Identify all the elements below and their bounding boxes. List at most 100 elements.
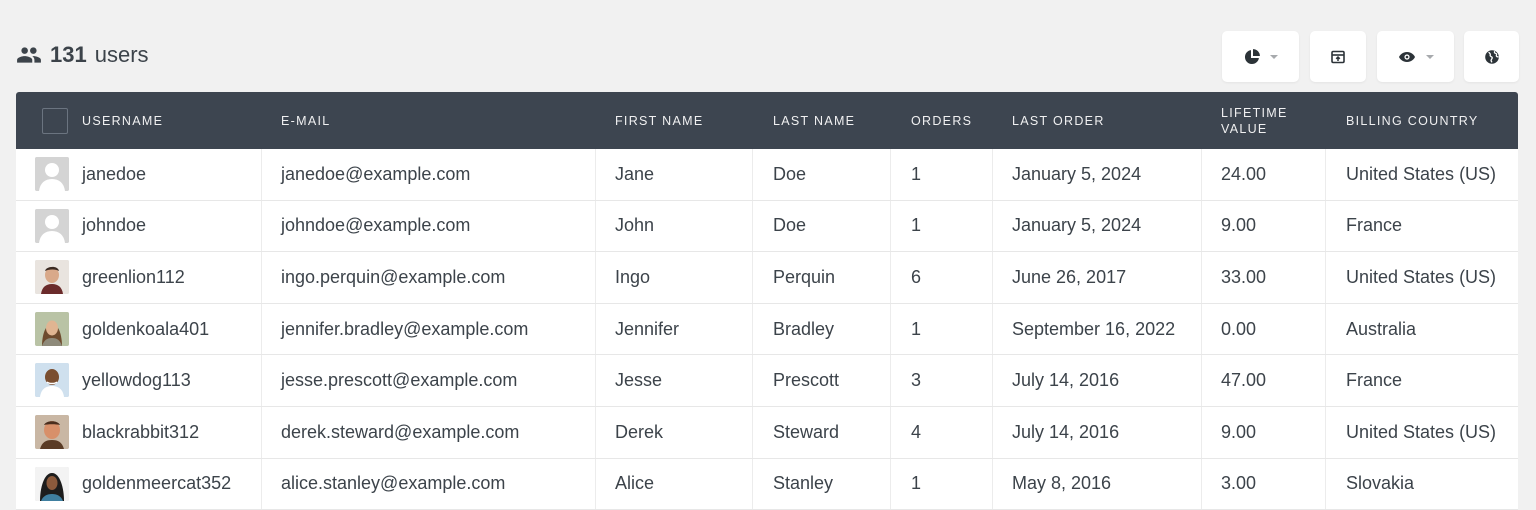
column-header-email[interactable]: E-mail: [281, 92, 330, 149]
avatar[interactable]: [35, 466, 69, 501]
email-cell[interactable]: jennifer.bradley@example.com: [281, 304, 528, 355]
column-divider: [992, 149, 993, 200]
column-header-username[interactable]: Username: [82, 92, 163, 149]
column-header-billing-country[interactable]: Billing Country: [1346, 92, 1479, 149]
column-divider: [261, 406, 262, 458]
lifetime-value-cell: 47.00: [1221, 370, 1267, 391]
column-divider: [1201, 458, 1202, 510]
globe-icon: [1484, 49, 1500, 65]
last-name-cell: Prescott: [773, 370, 840, 391]
column-divider: [992, 406, 993, 458]
billing-country-cell: France: [1346, 370, 1403, 391]
table-header: Username E-mail First Name Last Name Ord…: [16, 92, 1518, 149]
language-button[interactable]: [1464, 31, 1519, 82]
billing-country-cell: France: [1346, 215, 1403, 236]
table-row[interactable]: goldenkoala401 jennifer.bradley@example.c…: [16, 303, 1518, 356]
orders-cell: 1: [911, 318, 922, 339]
user-count: 131: [50, 42, 87, 67]
column-divider: [1201, 355, 1202, 406]
column-header-lifetime-value[interactable]: Lifetime Value: [1221, 92, 1311, 149]
lifetime-value-cell: 9.00: [1221, 421, 1257, 442]
table-row[interactable]: goldenmeercat352 alice.stanley@example.co…: [16, 458, 1518, 510]
table-row[interactable]: johndoe johndoe@example.com John Doe 1 Januar…: [16, 200, 1518, 253]
last-name-cell: Perquin: [773, 266, 836, 287]
column-divider: [890, 303, 891, 355]
username-cell[interactable]: goldenmeercat352: [82, 459, 231, 510]
column-divider: [752, 355, 753, 406]
email-cell[interactable]: johndoe@example.com: [281, 201, 470, 252]
select-all-checkbox[interactable]: [42, 108, 68, 134]
username-cell[interactable]: goldenkoala401: [82, 304, 209, 355]
username-cell[interactable]: johndoe: [82, 201, 146, 252]
column-divider: [261, 200, 262, 252]
first-name-cell: John: [615, 215, 655, 236]
email-cell[interactable]: janedoe@example.com: [281, 149, 470, 200]
orders-cell: 6: [911, 266, 922, 287]
column-divider: [1325, 406, 1326, 458]
last-name-cell: Steward: [773, 421, 840, 442]
avatar[interactable]: [35, 208, 69, 243]
column-divider: [261, 149, 262, 200]
column-header-first-name[interactable]: First Name: [615, 92, 703, 149]
first-name-cell: Alice: [615, 473, 655, 494]
pie-chart-icon: [1244, 48, 1260, 65]
table-row[interactable]: yellowdog113 jesse.prescott@example.com Je…: [16, 355, 1518, 407]
billing-country-cell: Slovakia: [1346, 473, 1415, 494]
email-cell[interactable]: jesse.prescott@example.com: [281, 355, 517, 406]
email-cell[interactable]: derek.steward@example.com: [281, 407, 519, 458]
charts-dropdown-button[interactable]: [1222, 31, 1299, 82]
lifetime-value-cell: 0.00: [1221, 318, 1257, 339]
column-divider: [992, 458, 993, 510]
users-icon: [16, 42, 42, 68]
avatar[interactable]: [35, 157, 69, 191]
column-divider: [890, 149, 891, 200]
first-name-cell: Jennifer: [615, 318, 680, 339]
table-row[interactable]: blackrabbit312 derek.steward@example.com D…: [16, 406, 1518, 459]
column-divider: [752, 458, 753, 510]
column-divider: [595, 200, 596, 252]
last-order-cell: July 14, 2016: [1012, 370, 1120, 391]
top-bar: 131 users: [0, 0, 1536, 92]
last-order-cell: May 8, 2016: [1012, 473, 1112, 494]
avatar[interactable]: [35, 260, 69, 295]
column-divider: [992, 200, 993, 252]
first-name-cell: Ingo: [615, 266, 651, 287]
email-cell[interactable]: alice.stanley@example.com: [281, 459, 505, 510]
column-divider: [890, 458, 891, 510]
first-name-cell: Jesse: [615, 370, 663, 391]
column-divider: [752, 303, 753, 355]
column-divider: [595, 406, 596, 458]
username-cell[interactable]: blackrabbit312: [82, 407, 199, 458]
column-divider: [1325, 200, 1326, 252]
username-cell[interactable]: greenlion112: [82, 252, 185, 303]
column-header-orders[interactable]: Orders: [911, 92, 972, 149]
table-row[interactable]: janedoe janedoe@example.com Jane Doe 1 Januar…: [16, 149, 1518, 201]
username-cell[interactable]: yellowdog113: [82, 355, 191, 406]
column-header-last-order[interactable]: Last Order: [1012, 92, 1105, 149]
column-divider: [1201, 149, 1202, 200]
export-button[interactable]: [1310, 31, 1366, 82]
avatar[interactable]: [35, 414, 69, 449]
last-name-cell: Bradley: [773, 318, 835, 339]
column-divider: [752, 149, 753, 200]
avatar[interactable]: [35, 363, 69, 398]
last-name-cell: Doe: [773, 163, 807, 184]
email-cell[interactable]: ingo.perquin@example.com: [281, 252, 505, 303]
last-order-cell: January 5, 2024: [1012, 215, 1142, 236]
lifetime-value-cell: 33.00: [1221, 266, 1267, 287]
first-name-cell: Jane: [615, 163, 655, 184]
last-order-cell: July 14, 2016: [1012, 421, 1120, 442]
column-divider: [1325, 458, 1326, 510]
column-visibility-dropdown-button[interactable]: [1377, 31, 1454, 82]
users-table: Username E-mail First Name Last Name Ord…: [16, 92, 1518, 510]
column-divider: [890, 252, 891, 303]
last-order-cell: June 26, 2017: [1012, 266, 1127, 287]
column-divider: [595, 252, 596, 303]
username-cell[interactable]: janedoe: [82, 149, 146, 200]
column-divider: [261, 458, 262, 510]
table-row[interactable]: greenlion112 ingo.perquin@example.com Ingo…: [16, 252, 1518, 304]
avatar[interactable]: [35, 311, 69, 346]
column-divider: [1325, 252, 1326, 303]
column-header-last-name[interactable]: Last Name: [773, 92, 855, 149]
user-count-label: users: [94, 42, 149, 67]
